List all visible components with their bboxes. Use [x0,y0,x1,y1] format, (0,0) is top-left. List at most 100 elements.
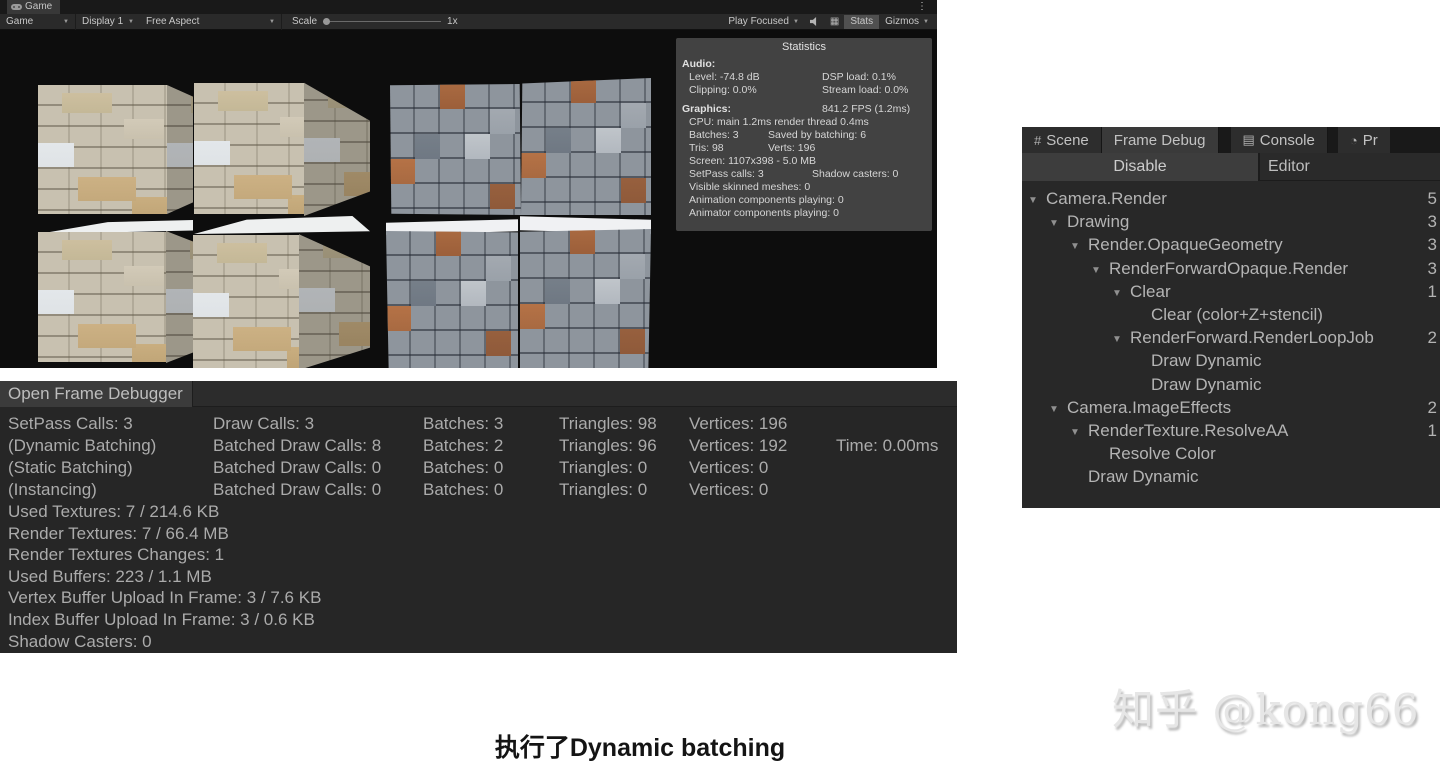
expand-arrow-icon[interactable]: ▼ [1028,189,1046,212]
watermark: 知乎 @kong66 [1112,685,1420,734]
tab-profiler[interactable]: ◔ Pr [1337,127,1390,153]
frame-debugger-body: SetPass Calls: 3 Draw Calls: 3 Batches: 3T… [0,407,957,652]
saved-by-batching-stat: Saved by batching: 6 [768,129,867,141]
fd-stat-line: Index Buffer Upload In Frame: 3 / 0.6 KB [8,609,315,629]
right-panel-tabbar: # Scene Frame Debug ▤ Console ◔ Pr [1022,127,1440,153]
console-lines-icon: ▤ [1242,132,1255,147]
tree-row[interactable]: Clear (color+Z+stencil) [1022,303,1440,326]
animation-stat: Animation components playing: 0 [689,194,844,206]
chevron-down-icon: ▼ [63,18,69,25]
skinned-meshes-stat: Visible skinned meshes: 0 [689,181,811,193]
tree-item-label: RenderForwardOpaque.Render [1109,258,1349,278]
tree-item-count: 3 [1427,212,1437,232]
scale-control: Scale 1x [282,16,458,27]
dsp-load: DSP load: 0.1% [822,71,896,83]
frame-debugger-header: Open Frame Debugger [0,381,957,407]
chevron-down-icon: ▼ [792,18,799,25]
tree-row[interactable]: ▼ Camera.ImageEffects 2 [1022,396,1440,419]
fd-stats-row: (Static Batching) Batched Draw Calls: 0 Ba… [8,458,769,477]
mute-audio-icon[interactable] [809,17,817,26]
fps-value: 841.2 FPS (1.2ms) [822,103,911,115]
scale-slider-knob[interactable] [323,18,331,25]
expand-arrow-icon[interactable]: ▼ [1112,328,1130,351]
frame-debug-controls: Disable Editor [1022,153,1440,181]
disable-button[interactable]: Disable [1022,153,1260,181]
chevron-down-icon: ▼ [128,18,134,25]
cube-brick-front [38,232,166,362]
statistics-title: Statistics [781,41,826,53]
open-frame-debugger-button[interactable]: Open Frame Debugger [0,381,193,407]
audio-clipping: Clipping: 0.0% [689,84,757,96]
expand-arrow-icon[interactable]: ▼ [1070,235,1088,258]
tree-row[interactable]: ▼ Drawing 3 [1022,210,1440,233]
tree-row[interactable]: Resolve Color [1022,442,1440,465]
scene-grid-icon: # [1034,132,1042,148]
tab-game[interactable]: Game [7,0,61,14]
tab-frame-debug[interactable]: Frame Debug [1101,127,1219,153]
display-target-dropdown[interactable]: Display 1 ▼ [76,14,140,30]
tree-row[interactable]: ▼ Camera.Render 5 [1022,187,1440,210]
cube-brick-front [38,85,167,214]
fd-stat-line: Used Textures: 7 / 214.6 KB [8,502,220,521]
tree-item-label: Clear (color+Z+stencil) [1151,304,1323,324]
expand-arrow-icon[interactable]: ▼ [1049,398,1067,421]
stats-toggle-button[interactable]: Stats [844,14,880,29]
frame-debugger-stats-panel: Open Frame Debugger SetPass Calls: 3 Draw… [0,381,957,653]
tree-item-count: 5 [1427,189,1437,208]
audio-level: Level: -74.8 dB [689,71,760,83]
cube-brick-side [166,231,193,363]
fd-stats-row: (Dynamic Batching) Batched Draw Calls: 8B… [8,436,939,455]
tree-item-label: Resolve Color [1109,444,1216,464]
tree-item-count: 3 [1427,258,1437,278]
cube-brick-front [194,83,304,214]
tree-item-label: RenderTexture.ResolveAA [1088,420,1289,440]
statistics-overlay: Statistics Audio: Level: -74.8 dB DSP lo… [676,38,932,231]
game-tab-label: Game [25,1,53,12]
editor-target-dropdown[interactable]: Editor [1260,153,1440,180]
vsync-grid-icon[interactable]: ▦ [830,16,839,27]
expand-arrow-icon[interactable]: ▼ [1091,259,1109,282]
fd-stat-line: Render Textures Changes: 1 [8,545,225,565]
screen-stat: Screen: 1107x398 - 5.0 MB [689,155,817,167]
frame-debug-window: # Scene Frame Debug ▤ Console ◔ Pr Disab… [1022,127,1440,508]
tree-item-label: Clear [1130,281,1171,301]
game-viewport[interactable]: Statistics Audio: Level: -74.8 dB DSP lo… [0,30,937,368]
expand-arrow-icon[interactable]: ▼ [1049,212,1067,235]
expand-arrow-icon[interactable]: ▼ [1070,421,1088,444]
tree-item-count: 2 [1427,397,1437,417]
kebab-menu-icon[interactable]: ⋮ [917,0,927,13]
setpass-stat: SetPass calls: 3 [689,168,764,180]
aspect-ratio-dropdown[interactable]: Free Aspect ▼ [140,13,282,30]
tree-row[interactable]: ▼ RenderTexture.ResolveAA 1 [1022,419,1440,442]
caption-text: 执行了Dynamic batching [494,734,786,762]
tree-row[interactable]: Draw Dynamic [1022,349,1440,372]
cube-stone-front [520,229,651,368]
fd-tree: ▼ Camera.Render 5 ▼ Drawing 3 ▼ Render.OpaqueGe… [1022,185,1440,508]
animator-stat: Animator components playing: 0 [689,207,839,219]
tree-row[interactable]: ▼ Clear 1 [1022,280,1440,303]
gizmos-dropdown[interactable]: Gizmos ▼ [879,16,937,27]
tree-row[interactable]: ▼ Render.OpaqueGeometry 3 [1022,233,1440,256]
tree-row[interactable]: ▼ RenderForwardOpaque.Render 3 [1022,257,1440,280]
verts-stat: Verts: 196 [768,142,816,154]
display-mode-dropdown[interactable]: Game ▼ [0,13,76,30]
tree-row[interactable]: ▼ RenderForward.RenderLoopJob 2 [1022,326,1440,349]
shadow-casters-stat: Shadow casters: 0 [812,168,899,180]
scale-slider[interactable] [323,18,442,25]
expand-arrow-icon[interactable]: ▼ [1112,282,1130,305]
chevron-down-icon: ▼ [923,18,929,25]
page: Game ⋮ Game ▼ Display 1 ▼ Free Aspect ▼ Sca… [0,0,1440,773]
tree-item-count: 1 [1427,420,1437,440]
tree-item-label: Render.OpaqueGeometry [1088,235,1283,255]
tree-item-label: Camera.ImageEffects [1067,397,1232,417]
tab-console[interactable]: ▤ Console [1230,127,1328,153]
tree-item-label: Draw Dynamic [1151,374,1262,394]
tree-row[interactable]: Draw Dynamic [1022,373,1440,396]
tab-scene[interactable]: # Scene [1022,127,1102,153]
tree-row[interactable]: Draw Dynamic [1022,465,1440,488]
play-focused-dropdown[interactable]: Play Focused ▼ [722,14,805,30]
cube-brick-side [167,85,193,214]
tree-item-count: 2 [1427,328,1437,348]
fd-stat-line: Vertex Buffer Upload In Frame: 3 / 7.6 K… [8,588,322,608]
fd-stats-row: (Instancing) Batched Draw Calls: 0 Batches… [8,480,769,499]
